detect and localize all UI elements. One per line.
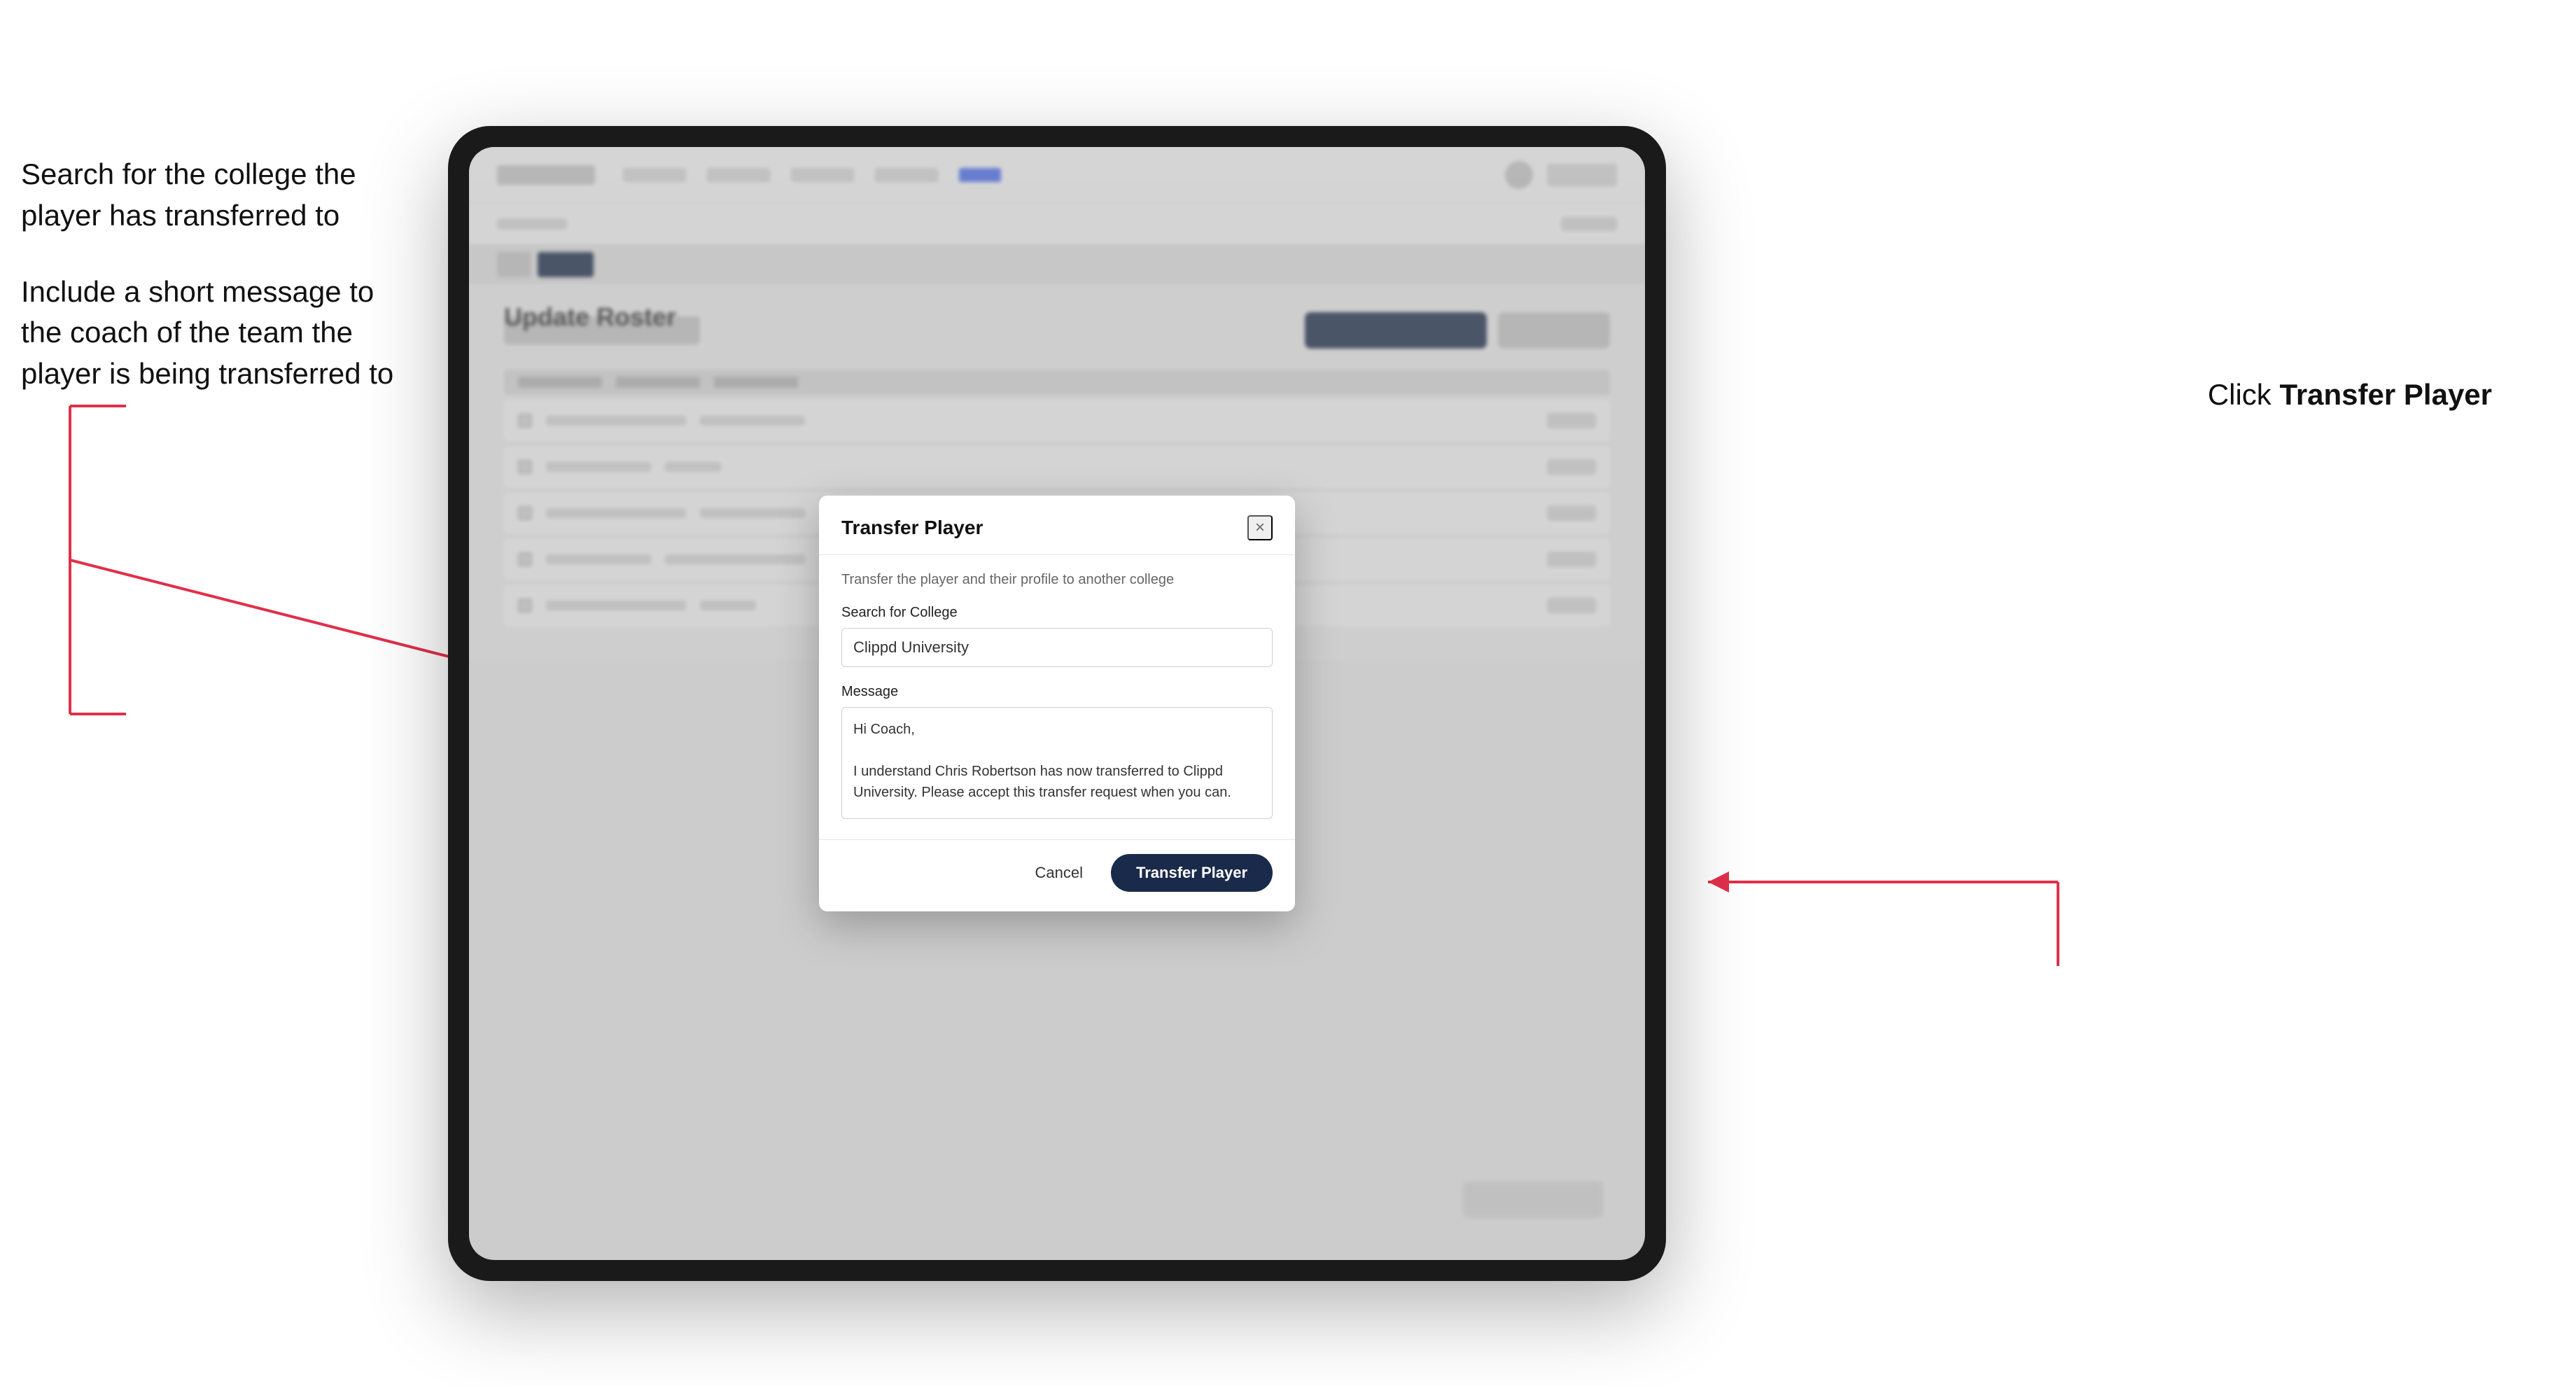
message-label: Message	[841, 684, 1273, 700]
college-search-input[interactable]	[841, 628, 1273, 667]
modal-title: Transfer Player	[841, 517, 983, 539]
modal-overlay: Transfer Player × Transfer the player an…	[469, 147, 1645, 1260]
modal-subtitle: Transfer the player and their profile to…	[841, 572, 1273, 588]
annotation-transfer-bold: Transfer Player	[2279, 378, 2492, 411]
transfer-player-button[interactable]: Transfer Player	[1111, 854, 1273, 892]
modal-footer: Cancel Transfer Player	[819, 839, 1295, 911]
annotation-text-message: Include a short message to the coach of …	[21, 272, 406, 395]
modal-body: Transfer the player and their profile to…	[819, 555, 1295, 839]
message-textarea[interactable]	[841, 707, 1273, 819]
college-label: Search for College	[841, 605, 1273, 621]
transfer-player-modal: Transfer Player × Transfer the player an…	[819, 496, 1295, 911]
modal-close-button[interactable]: ×	[1247, 515, 1273, 540]
annotation-left: Search for the college the player has tr…	[21, 154, 406, 430]
annotation-click-text: Click	[2208, 378, 2272, 411]
modal-header: Transfer Player ×	[819, 496, 1295, 555]
tablet-screen: Update Roster Transfer Player × Transfer…	[469, 147, 1645, 1260]
cancel-button[interactable]: Cancel	[1021, 857, 1097, 889]
tablet-device: Update Roster Transfer Player × Transfer…	[448, 126, 1666, 1281]
annotation-text-search: Search for the college the player has tr…	[21, 154, 406, 237]
annotation-right: Click Transfer Player	[2208, 378, 2492, 412]
